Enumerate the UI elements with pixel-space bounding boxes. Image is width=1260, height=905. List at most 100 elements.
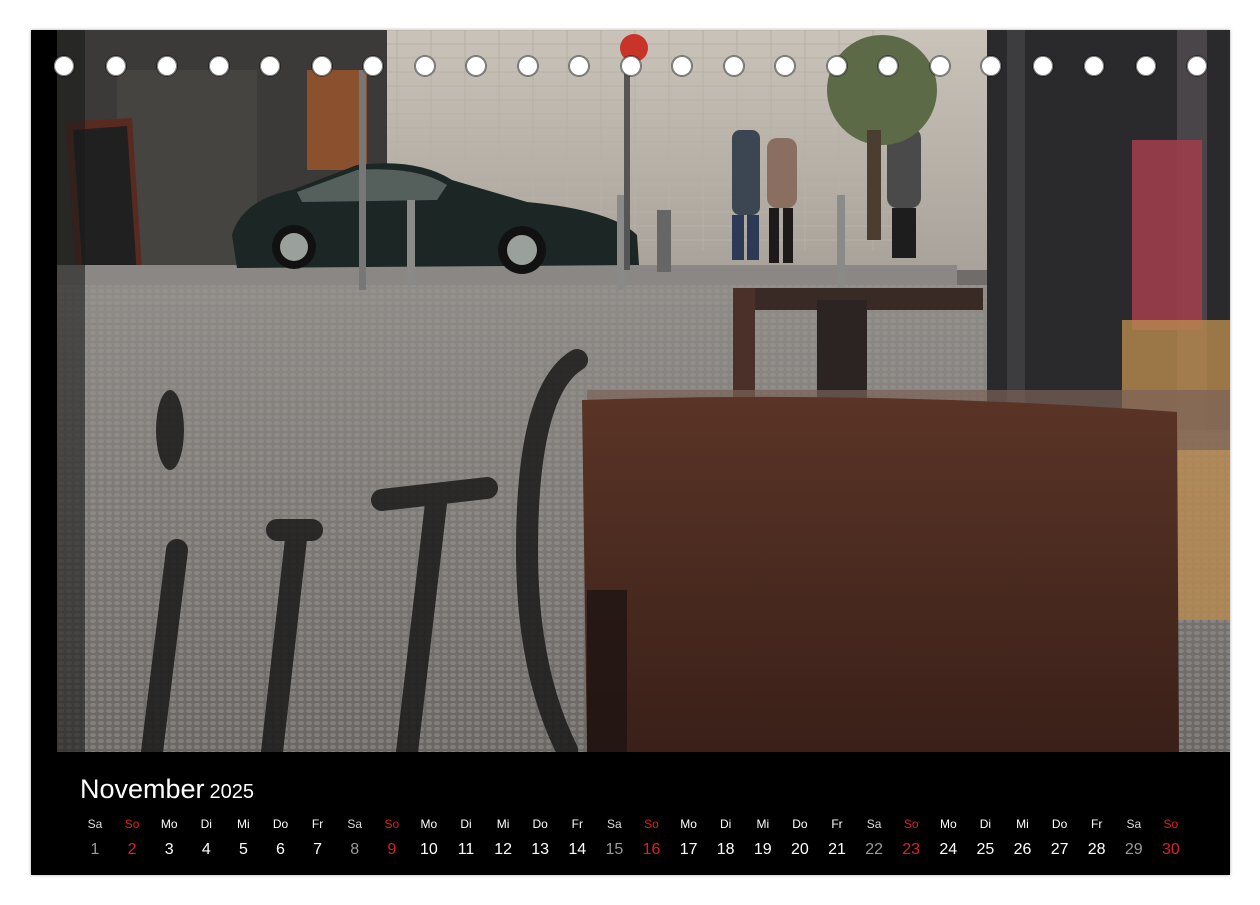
day-cell: Mo 10 (409, 817, 449, 859)
day-number: 25 (976, 841, 995, 858)
day-number: 11 (457, 841, 475, 858)
day-cell: Fr 7 (298, 817, 338, 859)
day-cell: Di 18 (706, 817, 746, 859)
weekday-label: Do (532, 817, 548, 831)
day-number: 23 (902, 841, 921, 858)
day-cell: Fr 21 (817, 817, 857, 859)
weekday-label: Di (200, 817, 212, 831)
day-number: 16 (642, 841, 661, 858)
month-year: 2025 (209, 781, 255, 803)
binding-hole (878, 56, 898, 76)
day-cell: Mi 26 (1003, 817, 1043, 859)
weekday-label: Do (792, 817, 808, 831)
day-number: 24 (939, 841, 958, 858)
day-cell: Do 20 (780, 817, 820, 859)
day-number: 12 (494, 841, 512, 858)
day-cell: Sa 8 (335, 817, 375, 859)
weekday-label: Fr (831, 817, 843, 831)
weekday-label: Mi (237, 817, 250, 831)
binding-hole (620, 56, 641, 76)
day-cell: Do 6 (261, 817, 301, 859)
weekday-label: Mo (420, 817, 438, 831)
day-cell: So 23 (891, 817, 931, 859)
binding-hole (311, 56, 332, 76)
day-cell: Mi 19 (743, 817, 783, 859)
day-number: 28 (1087, 841, 1106, 858)
weekday-label: Mi (1016, 817, 1029, 831)
weekday-label: Mi (496, 817, 510, 831)
day-number: 9 (387, 841, 397, 858)
binding-hole (723, 56, 744, 76)
binding-hole (517, 56, 538, 76)
binding-hole (981, 56, 1001, 76)
weekday-label: Do (272, 817, 289, 831)
binding-hole (1032, 56, 1053, 76)
day-cell: Mo 17 (669, 817, 709, 859)
day-number: 20 (790, 841, 809, 858)
weekday-label: So (384, 817, 400, 831)
day-number: 19 (753, 841, 772, 858)
weekday-label: Sa (347, 817, 363, 831)
binding-hole (208, 56, 229, 76)
day-number: 4 (201, 841, 211, 858)
cafe-window-photo (57, 30, 1230, 752)
weekday-label: So (903, 817, 919, 831)
day-number: 17 (679, 841, 698, 858)
binding-hole (363, 56, 383, 76)
day-cell: Di 4 (186, 817, 226, 859)
day-number: 30 (1161, 841, 1180, 858)
weekday-label: Mo (680, 817, 697, 831)
day-number: 14 (568, 841, 587, 858)
binding-holes (31, 30, 1230, 110)
weekday-label: Sa (87, 817, 103, 831)
day-cell: Sa 29 (1114, 817, 1154, 859)
weekday-label: Mo (160, 817, 178, 831)
binding-hole (1135, 56, 1156, 76)
day-cell: Do 27 (1040, 817, 1080, 859)
weekday-label: Di (720, 817, 732, 831)
binding-hole (54, 56, 74, 76)
day-cell: So 16 (632, 817, 672, 859)
binding-hole (1084, 56, 1104, 76)
street-scene-image (57, 30, 1230, 752)
weekday-label: Di (460, 817, 472, 831)
day-number: 26 (1013, 841, 1032, 858)
month-name: November (80, 774, 205, 804)
binding-hole (569, 56, 589, 76)
day-number: 6 (276, 841, 285, 858)
binding-hole (1187, 56, 1207, 76)
binding-hole (260, 56, 280, 76)
weekday-label: Mi (756, 817, 770, 831)
day-number: 3 (164, 841, 174, 858)
calendar-page: November 2025 Sa 1 So 2 Mo 3 Di 4 Mi 5 Do 6 Fr 7 Sa 8 So 9… (31, 30, 1230, 875)
day-number: 13 (531, 841, 550, 858)
day-cell: Mo 3 (149, 817, 189, 859)
day-number: 29 (1124, 841, 1143, 858)
day-number: 5 (238, 841, 248, 858)
day-cell: Fr 14 (557, 817, 597, 859)
day-number: 2 (127, 841, 137, 858)
binding-hole (157, 56, 177, 76)
weekday-label: Sa (607, 817, 622, 831)
day-number: 8 (350, 841, 360, 858)
day-cell: So 9 (372, 817, 412, 859)
binding-hole (775, 56, 795, 76)
weekday-label: Fr (311, 817, 324, 831)
weekday-label: So (124, 817, 140, 831)
day-cell: Sa 15 (594, 817, 634, 859)
binding-hole (414, 56, 435, 76)
day-number: 7 (313, 841, 323, 858)
day-number: 18 (716, 841, 735, 858)
weekday-label: So (644, 817, 659, 831)
binding-hole (826, 56, 847, 76)
weekday-label: Sa (1126, 817, 1142, 831)
day-number: 22 (865, 841, 883, 858)
day-cell: Mi 12 (483, 817, 523, 859)
day-number: 1 (90, 841, 100, 858)
day-cell: Di 11 (446, 817, 486, 859)
day-cell: Do 13 (520, 817, 560, 859)
day-cell: Fr 28 (1077, 817, 1117, 859)
weekday-label: Sa (866, 817, 882, 831)
day-number: 21 (828, 841, 846, 858)
weekday-label: Di (979, 817, 992, 831)
